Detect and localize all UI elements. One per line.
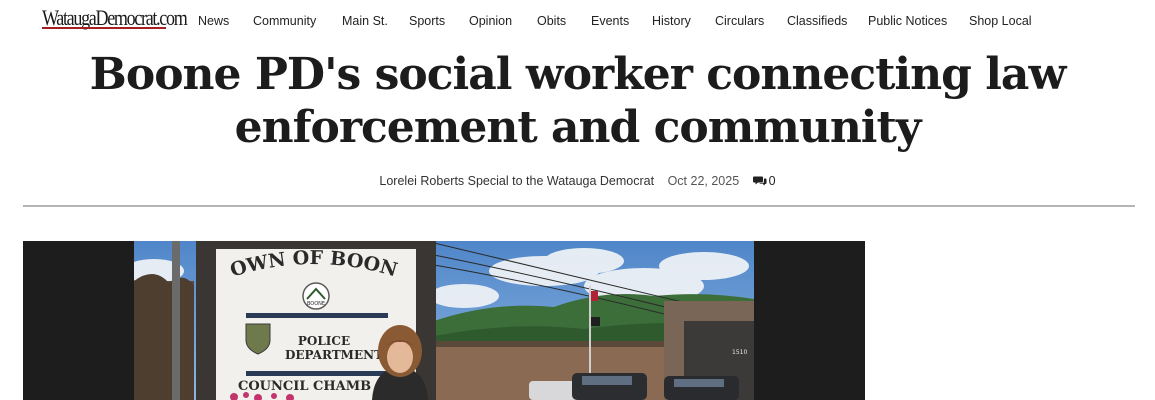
nav-item-opinion[interactable]: Opinion xyxy=(469,13,537,29)
author-link[interactable]: Lorelei Roberts Special to the Watauga D… xyxy=(379,174,654,188)
comments-link[interactable]: 0 xyxy=(752,174,776,188)
article-headline: Boone PD's social worker connecting law … xyxy=(89,49,1067,153)
nav-item-community[interactable]: Community xyxy=(253,13,342,29)
nav-item-obits[interactable]: Obits xyxy=(537,13,591,29)
utility-pole xyxy=(172,241,180,400)
comments-icon xyxy=(752,176,767,186)
nav-item-public-notices[interactable]: Public Notices xyxy=(868,13,969,29)
logo-underline xyxy=(42,27,166,29)
publish-date: Oct 22, 2025 xyxy=(667,174,740,188)
nav-item-main-st[interactable]: Main St. xyxy=(342,13,409,29)
hero-photo[interactable]: 1510 TOW xyxy=(134,241,754,400)
byline: Lorelei Roberts Special to the Watauga D… xyxy=(0,174,1155,188)
nav-item-circulars[interactable]: Circulars xyxy=(715,13,787,29)
sign-council: COUNCIL CHAMB xyxy=(238,379,371,394)
nav-item-events[interactable]: Events xyxy=(591,13,652,29)
nav-item-sports[interactable]: Sports xyxy=(409,13,469,29)
comment-count: 0 xyxy=(768,174,776,188)
nav-item-history[interactable]: History xyxy=(652,13,715,29)
hero-image-frame[interactable]: 1510 TOW xyxy=(23,241,865,400)
svg-text:BOONE: BOONE xyxy=(307,301,325,307)
hero-photo-illustration: 1510 TOW xyxy=(134,241,754,400)
site-header: WataugaDemocrat.com News Community Main … xyxy=(0,0,1155,42)
nav-item-shop-local[interactable]: Shop Local xyxy=(969,13,1032,29)
sign-police: POLICE xyxy=(298,334,350,348)
page: WataugaDemocrat.com News Community Main … xyxy=(0,0,1155,400)
header-divider xyxy=(23,205,1135,207)
nav-item-news[interactable]: News xyxy=(198,13,253,29)
main-nav: News Community Main St. Sports Opinion O… xyxy=(198,13,1032,29)
nav-item-classifieds[interactable]: Classifieds xyxy=(787,13,868,29)
building-number: 1510 xyxy=(732,349,747,356)
sign-department: DEPARTMENT xyxy=(285,348,383,362)
